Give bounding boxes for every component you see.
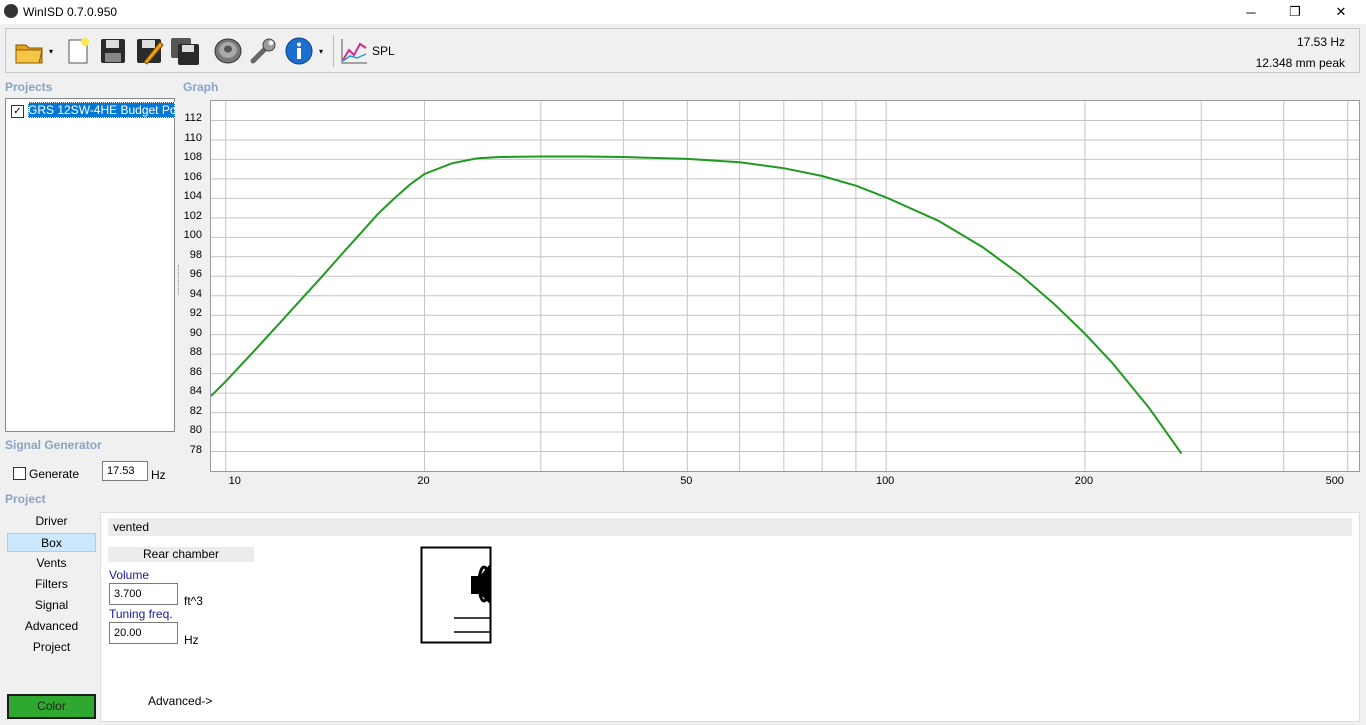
save-all-button[interactable] (170, 34, 200, 68)
y-tick-label: 84 (189, 385, 202, 398)
nav-item-project[interactable]: Project (7, 638, 96, 657)
info-button[interactable] (284, 34, 314, 68)
y-tick-label: 86 (189, 365, 202, 378)
rear-chamber-header: Rear chamber (108, 547, 254, 562)
x-tick-label: 10 (228, 475, 241, 487)
wrench-icon (250, 38, 276, 64)
title-bar: WinISD 0.7.0.950 ─ ❐ ✕ (0, 0, 1366, 24)
projects-list[interactable]: ✓ GRS 12SW-4HE Budget Por (5, 98, 175, 432)
open-folder-button[interactable] (14, 34, 44, 68)
tuning-freq-unit: Hz (184, 633, 199, 647)
nav-item-vents[interactable]: Vents (7, 554, 96, 573)
y-tick-label: 90 (189, 326, 202, 339)
spl-graph-button[interactable] (339, 34, 369, 68)
window-title: WinISD 0.7.0.950 (23, 5, 118, 19)
y-tick-label: 112 (184, 112, 202, 125)
floppy-disk-icon (101, 39, 125, 63)
spl-label[interactable]: SPL (372, 44, 395, 58)
floppy-pencil-icon (137, 39, 164, 65)
open-folder-icon (15, 44, 43, 64)
spl-graph-svg (211, 101, 1359, 471)
y-tick-label: 80 (189, 424, 202, 437)
x-tick-label: 20 (417, 475, 430, 487)
save-as-button[interactable] (134, 34, 164, 68)
nav-item-signal[interactable]: Signal (7, 596, 96, 615)
y-tick-label: 110 (184, 131, 202, 144)
projects-section-label: Projects (5, 80, 53, 94)
nav-item-advanced[interactable]: Advanced (7, 617, 96, 636)
y-tick-label: 100 (183, 229, 202, 242)
generate-checkbox[interactable] (13, 467, 26, 480)
info-icon (285, 37, 313, 65)
y-tick-label: 92 (189, 307, 202, 320)
nav-item-filters[interactable]: Filters (7, 575, 96, 594)
nav-item-box[interactable]: Box (7, 533, 96, 552)
tuning-freq-input[interactable]: 20.00 (109, 622, 178, 644)
x-tick-label: 200 (1074, 475, 1094, 487)
floppy-disks-icon (171, 38, 199, 65)
x-tick-label: 50 (680, 475, 693, 487)
graph-section-label: Graph (183, 80, 219, 94)
x-tick-label: 100 (875, 475, 895, 487)
nav-item-driver[interactable]: Driver (7, 512, 96, 531)
advanced-link[interactable]: Advanced-> (148, 694, 212, 708)
driver-editor-button[interactable] (213, 34, 243, 68)
y-tick-label: 98 (189, 248, 202, 261)
toolbar-separator (333, 35, 334, 67)
tools-button[interactable] (248, 34, 278, 68)
y-tick-label: 104 (183, 190, 202, 203)
x-tick-label: 500 (1325, 475, 1344, 487)
y-tick-label: 78 (189, 443, 202, 456)
y-tick-label: 106 (183, 170, 202, 183)
signal-generator-section-label: Signal Generator (5, 438, 102, 452)
box-type-label[interactable]: vented (108, 518, 1352, 536)
excursion-peak-readout: 12.348 mm peak (1255, 56, 1345, 70)
minimize-button[interactable]: ─ (1228, 0, 1274, 24)
volume-label: Volume (109, 568, 150, 582)
box-panel (100, 512, 1360, 722)
y-tick-label: 108 (183, 151, 202, 164)
new-document-icon (68, 38, 89, 64)
open-dropdown-arrow[interactable]: ▾ (49, 47, 57, 56)
restore-button[interactable]: ❐ (1272, 0, 1318, 24)
generate-label[interactable]: Generate (29, 467, 79, 481)
project-visibility-checkbox[interactable]: ✓ (11, 105, 24, 118)
generator-frequency-input[interactable]: 17.53 (102, 461, 148, 481)
generator-frequency-unit: Hz (151, 468, 166, 482)
spl-graph-area[interactable] (210, 100, 1360, 472)
close-button[interactable]: ✕ (1318, 0, 1364, 24)
tuning-freq-label: Tuning freq. (109, 607, 173, 621)
project-color-button[interactable]: Color (7, 694, 96, 719)
y-tick-label: 96 (189, 268, 202, 281)
speaker-driver-icon (214, 38, 242, 64)
project-section-label: Project (5, 492, 46, 506)
toolbar: ▾ ▾ SPL 17.53 Hz 12.348 mm peak (5, 28, 1360, 73)
y-tick-label: 102 (183, 209, 202, 222)
save-button[interactable] (98, 34, 128, 68)
y-tick-label: 82 (189, 404, 202, 417)
volume-unit: ft^3 (184, 594, 203, 608)
project-name[interactable]: GRS 12SW-4HE Budget Por (28, 102, 175, 118)
volume-input[interactable]: 3.700 (109, 583, 178, 605)
y-tick-label: 94 (189, 287, 202, 300)
line-graph-icon (341, 39, 367, 64)
cursor-frequency-readout: 17.53 Hz (1296, 35, 1345, 49)
y-tick-label: 88 (189, 346, 202, 359)
app-speaker-icon (4, 4, 18, 18)
info-dropdown-arrow[interactable]: ▾ (319, 47, 327, 56)
spl-response-line (211, 155, 1183, 455)
new-project-button[interactable] (63, 34, 93, 68)
vented-box-diagram (420, 546, 492, 644)
